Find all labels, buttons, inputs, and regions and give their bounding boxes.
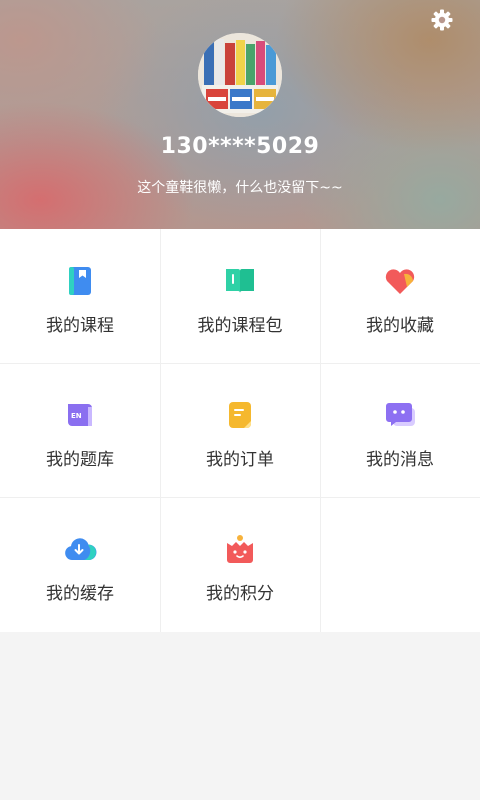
- chat-icon: [382, 397, 418, 433]
- menu-empty-cell: [320, 497, 480, 631]
- menu-item-my-question-bank[interactable]: EN 我的题库: [0, 363, 160, 497]
- divider: [0, 497, 480, 498]
- menu-item-label: 我的缓存: [46, 584, 114, 604]
- menu-item-label: 我的消息: [366, 450, 434, 470]
- gift-box-icon: [222, 531, 258, 567]
- avatar[interactable]: [198, 33, 282, 117]
- menu-grid: 我的课程 我的课程包 我的收藏 EN 我的题库 我的订单 我的消息 我的缓存 我…: [0, 229, 480, 632]
- menu-item-my-courses[interactable]: 我的课程: [0, 229, 160, 363]
- divider: [160, 229, 161, 632]
- menu-item-my-favorites[interactable]: 我的收藏: [320, 229, 480, 363]
- book-icon: [62, 263, 98, 299]
- menu-item-my-points[interactable]: 我的积分: [160, 497, 320, 631]
- open-book-icon: [222, 263, 258, 299]
- menu-item-my-cache[interactable]: 我的缓存: [0, 497, 160, 631]
- menu-item-label: 我的题库: [46, 450, 114, 470]
- note-icon: [222, 397, 258, 433]
- svg-text:EN: EN: [71, 412, 82, 420]
- menu-item-label: 我的订单: [206, 450, 274, 470]
- menu-item-label: 我的收藏: [366, 316, 434, 336]
- en-book-icon: EN: [62, 397, 98, 433]
- profile-header: 130****5029 这个童鞋很懒，什么也没留下~~: [0, 0, 480, 229]
- menu-item-label: 我的课程包: [197, 316, 283, 336]
- menu-item-my-course-packages[interactable]: 我的课程包: [160, 229, 320, 363]
- heart-icon: [382, 263, 418, 299]
- user-bio: 这个童鞋很懒，什么也没留下~~: [137, 180, 343, 196]
- divider: [320, 229, 321, 632]
- cloud-download-icon: [62, 531, 98, 567]
- menu-item-label: 我的积分: [206, 584, 274, 604]
- divider: [0, 363, 480, 364]
- menu-item-my-orders[interactable]: 我的订单: [160, 363, 320, 497]
- menu-item-label: 我的课程: [46, 316, 114, 336]
- gear-icon[interactable]: [428, 6, 456, 34]
- user-phone: 130****5029: [160, 134, 320, 159]
- menu-item-my-messages[interactable]: 我的消息: [320, 363, 480, 497]
